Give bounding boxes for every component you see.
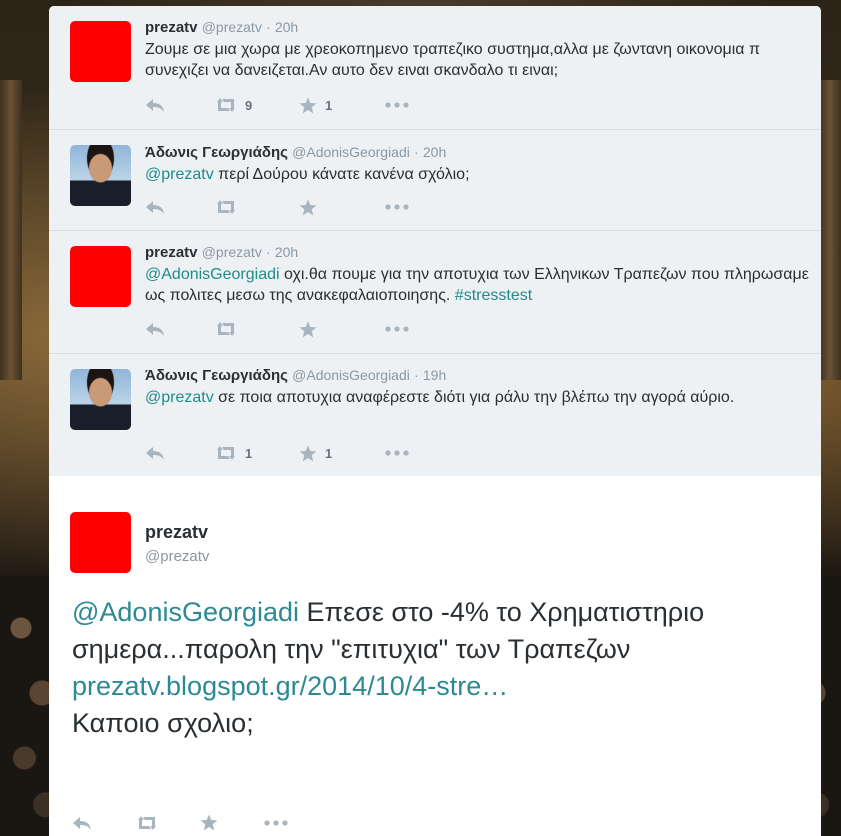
retweet-icon (138, 815, 156, 830)
retweet-button[interactable]: 9 (215, 97, 299, 113)
more-icon (264, 819, 288, 826)
retweet-icon (217, 98, 235, 112)
favorite-count: 1 (325, 445, 333, 461)
retweet-icon (217, 446, 235, 460)
separator-dot: · (266, 19, 271, 35)
more-button[interactable] (264, 819, 328, 826)
tweet-actions: 9 1 (145, 95, 409, 115)
reply-button[interactable] (145, 199, 215, 215)
reply-button[interactable] (145, 97, 215, 113)
more-icon (385, 204, 409, 210)
tweet-text-body: σε ποια αποτυχια αναφέρεστε διότι για ρά… (213, 389, 735, 406)
conversation-timeline: prezatv @prezatv · 20h Ζουμε σε μια χωρα… (49, 6, 821, 836)
permalink-tweet: prezatv @prezatv @AdonisGeorgiadi Επεσε … (49, 476, 821, 836)
favorite-button[interactable] (299, 321, 385, 338)
fullname[interactable]: Άδωνις Γεωργιάδης (145, 144, 288, 161)
favorite-icon (200, 814, 218, 831)
favorite-count: 1 (325, 97, 333, 113)
avatar[interactable] (70, 512, 131, 573)
reply-button[interactable] (145, 321, 215, 337)
tweet-header: Άδωνις Γεωργιάδης @AdonisGeorgiadi · 19h (145, 365, 809, 386)
retweet-button[interactable] (136, 815, 200, 831)
fullname[interactable]: prezatv (145, 244, 198, 261)
retweet-button[interactable] (215, 321, 299, 337)
mention-link[interactable]: @AdonisGeorgiadi (145, 266, 280, 283)
retweet-count: 1 (245, 445, 253, 461)
fullname[interactable]: Άδωνις Γεωργιάδης (145, 367, 288, 384)
retweet-button[interactable] (215, 199, 299, 215)
avatar[interactable] (70, 246, 131, 307)
separator-dot: · (266, 244, 271, 260)
tweet-text-body: περί Δούρου κάνατε κανένα σχόλιο; (213, 166, 470, 183)
more-icon (385, 326, 409, 332)
favorite-button[interactable]: 1 (299, 445, 385, 462)
retweet-icon (217, 322, 235, 336)
tweet-4[interactable]: Άδωνις Γεωργιάδης @AdonisGeorgiadi · 19h… (49, 354, 821, 478)
more-icon (385, 450, 409, 456)
more-button[interactable] (385, 450, 409, 456)
timestamp[interactable]: 20h (275, 19, 298, 35)
reply-button[interactable] (72, 815, 136, 831)
username[interactable]: @AdonisGeorgiadi (292, 367, 410, 383)
more-button[interactable] (385, 204, 409, 210)
favorite-icon (299, 97, 317, 113)
avatar[interactable] (70, 145, 131, 206)
background-pillar-right (819, 80, 841, 380)
avatar[interactable] (70, 369, 131, 430)
avatar[interactable] (70, 21, 131, 82)
fullname[interactable]: prezatv (145, 19, 198, 36)
tweet-text: @AdonisGeorgiadi Επεσε στο -4% το Χρηματ… (72, 594, 802, 742)
username[interactable]: @prezatv (145, 548, 209, 565)
favorite-icon (299, 199, 317, 215)
tweet-text: @AdonisGeorgiadi οχι.θα πουμε για την απ… (145, 264, 809, 306)
tweet-1[interactable]: prezatv @prezatv · 20h Ζουμε σε μια χωρα… (49, 6, 821, 130)
timestamp[interactable]: 19h (423, 367, 446, 383)
tweet-3[interactable]: prezatv @prezatv · 20h @AdonisGeorgiadi … (49, 231, 821, 354)
timestamp[interactable]: 20h (275, 244, 298, 260)
tweet-2[interactable]: Άδωνις Γεωργιάδης @AdonisGeorgiadi · 20h… (49, 130, 821, 231)
reply-icon (146, 447, 164, 460)
reply-icon (146, 201, 164, 214)
favorite-button[interactable]: 1 (299, 97, 385, 114)
mention-link[interactable]: @prezatv (145, 389, 214, 406)
favorite-icon (299, 445, 317, 461)
favorite-button[interactable] (299, 199, 385, 216)
tweet-text-tail: Καποιο σχολιο; (72, 708, 254, 738)
tweet-header: prezatv @prezatv · 20h (145, 17, 809, 38)
separator-dot: · (414, 144, 419, 160)
tweet-header: Άδωνις Γεωργιάδης @AdonisGeorgiadi · 20h (145, 142, 809, 163)
retweet-button[interactable]: 1 (215, 445, 299, 461)
mention-link[interactable]: @prezatv (145, 166, 214, 183)
background-pillar-left (0, 80, 22, 380)
reply-icon (73, 816, 91, 830)
tweet-text: @prezatv περί Δούρου κάνατε κανένα σχόλι… (145, 164, 809, 185)
tweet-text: @prezatv σε ποια αποτυχια αναφέρεστε διό… (145, 387, 809, 408)
fullname[interactable]: prezatv (145, 522, 208, 543)
more-button[interactable] (385, 326, 409, 332)
favorite-icon (299, 321, 317, 337)
hashtag-link[interactable]: #stresstest (455, 287, 532, 304)
tweet-text: Ζουμε σε μια χωρα με χρεοκοπημενο τραπεζ… (145, 41, 761, 79)
more-button[interactable] (385, 102, 409, 108)
separator-dot: · (414, 367, 419, 383)
tweet-actions (145, 197, 409, 217)
tweet-actions (72, 814, 328, 831)
more-icon (385, 102, 409, 108)
favorite-button[interactable] (200, 814, 264, 831)
timestamp[interactable]: 20h (423, 144, 446, 160)
tweet-header: prezatv @prezatv · 20h (145, 242, 809, 263)
reply-icon (146, 99, 164, 112)
reply-icon (146, 323, 164, 336)
tweet-actions (145, 319, 409, 339)
tweet-actions: 1 1 (145, 443, 409, 463)
reply-button[interactable] (145, 445, 215, 461)
username[interactable]: @AdonisGeorgiadi (292, 144, 410, 160)
url-link[interactable]: prezatv.blogspot.gr/2014/10/4-stre… (72, 671, 508, 701)
username[interactable]: @prezatv (202, 244, 262, 260)
retweet-icon (217, 200, 235, 214)
username[interactable]: @prezatv (202, 19, 262, 35)
mention-link[interactable]: @AdonisGeorgiadi (72, 597, 299, 627)
retweet-count: 9 (245, 97, 253, 113)
